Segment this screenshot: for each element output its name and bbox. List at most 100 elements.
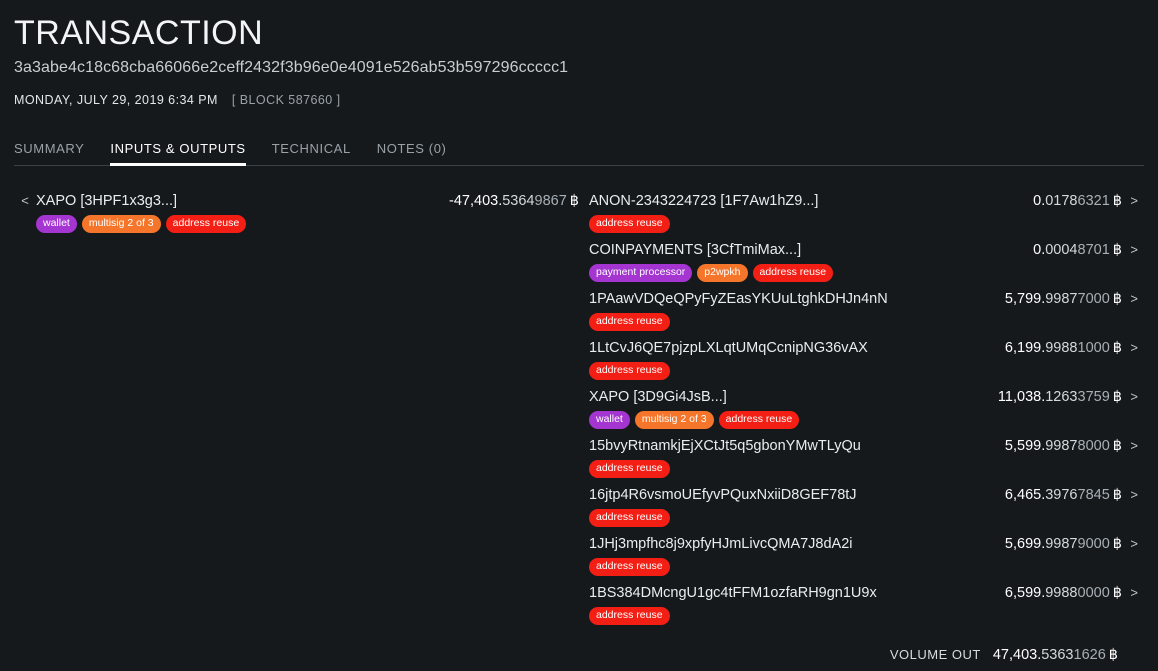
outputs-column: ANON-2343224723 [1F7Aw1hZ9...]0.01786321… <box>579 188 1144 629</box>
output-row-body: 1BS384DMcngU1gc4tFFM1ozfaRH9gn1U9x 6,599.… <box>589 580 1122 625</box>
input-row-line: XAPO [3HPF1x3g3...] -47,403.53649867฿ <box>36 188 579 214</box>
currency-unit-icon: ฿ <box>1109 647 1118 663</box>
output-address[interactable]: 16jtp4R6vsmoUEfyvPQuxNxiiD8GEF78tJ <box>589 482 857 508</box>
tag-multisig-2-of-3[interactable]: multisig 2 of 3 <box>82 215 161 233</box>
output-arrow-icon[interactable]: > <box>1122 482 1144 508</box>
output-row: 1JHj3mpfhc8j9xpfyHJmLivcQMA7J8dA2i5,699.… <box>589 531 1144 580</box>
output-address[interactable]: 1JHj3mpfhc8j9xpfyHJmLivcQMA7J8dA2i <box>589 531 853 557</box>
input-arrow-icon[interactable]: < <box>14 188 36 214</box>
output-arrow-icon[interactable]: > <box>1122 335 1144 361</box>
output-amount-decimal-low: 6321 <box>1078 193 1110 209</box>
output-amount-integer: 5,599. <box>1005 438 1045 454</box>
input-row: <XAPO [3HPF1x3g3...]-47,403.53649867฿wal… <box>14 188 579 237</box>
output-amount-decimal-high: 3976 <box>1045 487 1077 503</box>
volume-out-label: VOLUME OUT <box>890 647 981 662</box>
output-tags: address reuse <box>589 558 1122 576</box>
tab-inputs-outputs[interactable]: INPUTS & OUTPUTS <box>110 141 245 165</box>
tag-address-reuse[interactable]: address reuse <box>589 509 670 527</box>
output-amount-decimal-high: 9987 <box>1045 438 1077 454</box>
output-row-body: 1LtCvJ6QE7pjzpLXLqtUMqCcnipNG36vAX 6,199.… <box>589 335 1122 380</box>
tag-payment-processor[interactable]: payment processor <box>589 264 692 282</box>
transaction-hash[interactable]: 3a3abe4c18c68cba66066e2ceff2432f3b96e0e4… <box>14 56 1144 80</box>
input-amount-decimal-high: 5364 <box>502 193 534 209</box>
volume-out-footer: VOLUME OUT 47,403.53631626฿ <box>890 647 1144 663</box>
output-row: COINPAYMENTS [3CfTmiMax...]0.00048701฿pa… <box>589 237 1144 286</box>
output-amount-decimal-high: 9988 <box>1045 585 1077 601</box>
tab-technical[interactable]: TECHNICAL <box>272 141 351 165</box>
currency-unit-icon: ฿ <box>1113 585 1122 601</box>
tag-address-reuse[interactable]: address reuse <box>589 362 670 380</box>
tag-address-reuse[interactable]: address reuse <box>753 264 834 282</box>
block-link[interactable]: [ BLOCK 587660 ] <box>232 92 341 108</box>
output-tags: address reuse <box>589 509 1122 527</box>
output-row: 15bvyRtnamkjEjXCtJt5q5gbonYMwTLyQu 5,599.… <box>589 433 1144 482</box>
output-tags: address reuse <box>589 362 1122 380</box>
output-address[interactable]: 1PAawVDQeQPyFyZEasYKUuLtghkDHJn4nN <box>589 286 888 312</box>
tag-address-reuse[interactable]: address reuse <box>719 411 800 429</box>
output-amount-integer: 0. <box>1033 193 1045 209</box>
output-row-line: 15bvyRtnamkjEjXCtJt5q5gbonYMwTLyQu 5,599.… <box>589 433 1122 459</box>
output-amount-decimal-high: 9988 <box>1045 340 1077 356</box>
tab-notes-0[interactable]: NOTES (0) <box>377 141 447 165</box>
output-amount-decimal-high: 9987 <box>1045 291 1077 307</box>
output-amount: 5,599.99878000฿ <box>1005 433 1122 459</box>
tag-address-reuse[interactable]: address reuse <box>166 215 247 233</box>
output-amount-decimal-low: 3759 <box>1078 389 1110 405</box>
tag-address-reuse[interactable]: address reuse <box>589 607 670 625</box>
tag-address-reuse[interactable]: address reuse <box>589 460 670 478</box>
tag-address-reuse[interactable]: address reuse <box>589 313 670 331</box>
input-tags: wallet multisig 2 of 3 address reuse <box>36 215 579 233</box>
tag-p2wpkh[interactable]: p2wpkh <box>697 264 747 282</box>
tab-summary[interactable]: SUMMARY <box>14 141 84 165</box>
output-amount-decimal-low: 1000 <box>1078 340 1110 356</box>
output-row: 1BS384DMcngU1gc4tFFM1ozfaRH9gn1U9x 6,599.… <box>589 580 1144 629</box>
tag-address-reuse[interactable]: address reuse <box>589 215 670 233</box>
output-amount-decimal-low: 7000 <box>1078 291 1110 307</box>
output-address[interactable]: 15bvyRtnamkjEjXCtJt5q5gbonYMwTLyQu <box>589 433 861 459</box>
output-arrow-icon[interactable]: > <box>1122 286 1144 312</box>
output-arrow-icon[interactable]: > <box>1122 237 1144 263</box>
output-arrow-icon[interactable]: > <box>1122 433 1144 459</box>
output-address[interactable]: XAPO [3D9Gi4JsB...] <box>589 384 727 410</box>
output-row-line: 1LtCvJ6QE7pjzpLXLqtUMqCcnipNG36vAX 6,199.… <box>589 335 1122 361</box>
output-row: 1PAawVDQeQPyFyZEasYKUuLtghkDHJn4nN 5,799.… <box>589 286 1144 335</box>
output-arrow-icon[interactable]: > <box>1122 531 1144 557</box>
output-address[interactable]: 1LtCvJ6QE7pjzpLXLqtUMqCcnipNG36vAX <box>589 335 868 361</box>
transaction-meta: MONDAY, JULY 29, 2019 6:34 PM [ BLOCK 58… <box>14 92 1144 108</box>
tab-bar: SUMMARY INPUTS & OUTPUTS TECHNICAL NOTES (0… <box>14 132 1144 166</box>
output-row: XAPO [3D9Gi4JsB...]11,038.12633759฿walle… <box>589 384 1144 433</box>
currency-unit-icon: ฿ <box>1113 536 1122 552</box>
output-amount-decimal-high: 1263 <box>1045 389 1077 405</box>
output-amount-integer: 5,799. <box>1005 291 1045 307</box>
output-amount-integer: 6,599. <box>1005 585 1045 601</box>
tag-address-reuse[interactable]: address reuse <box>589 558 670 576</box>
output-amount-decimal-low: 7845 <box>1078 487 1110 503</box>
tag-multisig-2-of-3[interactable]: multisig 2 of 3 <box>635 411 714 429</box>
currency-unit-icon: ฿ <box>1113 438 1122 454</box>
tag-wallet[interactable]: wallet <box>589 411 630 429</box>
currency-unit-icon: ฿ <box>1113 340 1122 356</box>
output-arrow-icon[interactable]: > <box>1122 580 1144 606</box>
input-amount: -47,403.53649867฿ <box>449 188 579 214</box>
output-row-body: COINPAYMENTS [3CfTmiMax...]0.00048701฿pa… <box>589 237 1122 282</box>
volume-out-decimal-high: 5363 <box>1041 647 1073 663</box>
input-address[interactable]: XAPO [3HPF1x3g3...] <box>36 188 177 214</box>
output-row-line: ANON-2343224723 [1F7Aw1hZ9...]0.01786321… <box>589 188 1122 214</box>
output-row-body: XAPO [3D9Gi4JsB...]11,038.12633759฿walle… <box>589 384 1122 429</box>
output-amount-decimal-low: 8000 <box>1078 438 1110 454</box>
output-arrow-icon[interactable]: > <box>1122 384 1144 410</box>
output-address[interactable]: 1BS384DMcngU1gc4tFFM1ozfaRH9gn1U9x <box>589 580 877 606</box>
tag-wallet[interactable]: wallet <box>36 215 77 233</box>
output-tags: payment processor p2wpkh address reuse <box>589 264 1122 282</box>
output-arrow-icon[interactable]: > <box>1122 188 1144 214</box>
output-tags: address reuse <box>589 607 1122 625</box>
output-amount: 5,799.99877000฿ <box>1005 286 1122 312</box>
output-row-line: XAPO [3D9Gi4JsB...]11,038.12633759฿ <box>589 384 1122 410</box>
output-address[interactable]: COINPAYMENTS [3CfTmiMax...] <box>589 237 801 263</box>
output-row-line: 1JHj3mpfhc8j9xpfyHJmLivcQMA7J8dA2i5,699.… <box>589 531 1122 557</box>
output-amount: 6,199.99881000฿ <box>1005 335 1122 361</box>
output-amount: 0.00048701฿ <box>1033 237 1122 263</box>
output-row: ANON-2343224723 [1F7Aw1hZ9...]0.01786321… <box>589 188 1144 237</box>
inputs-column: <XAPO [3HPF1x3g3...]-47,403.53649867฿wal… <box>14 188 579 629</box>
output-address[interactable]: ANON-2343224723 [1F7Aw1hZ9...] <box>589 188 818 214</box>
